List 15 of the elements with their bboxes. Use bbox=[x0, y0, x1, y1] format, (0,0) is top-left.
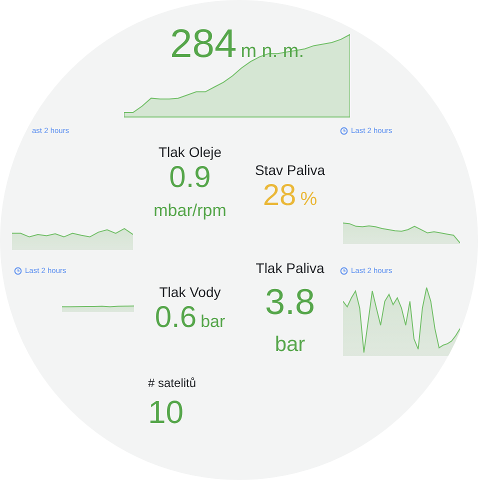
stat-value: 28 bbox=[262, 178, 296, 214]
stat-title: Tlak Vody bbox=[159, 284, 221, 301]
stat-value: 3.8 bbox=[264, 280, 316, 322]
stat-value: 0.6 bbox=[154, 300, 197, 336]
stat-unit: mbar/rpm bbox=[154, 201, 226, 222]
stat-unit: bar bbox=[274, 332, 306, 358]
stat-value: 0.9 bbox=[169, 160, 211, 196]
stat-title: Stav Paliva bbox=[254, 162, 326, 179]
stat-value: 10 bbox=[148, 394, 184, 432]
altitude-value: 284 bbox=[170, 24, 237, 64]
stat-title: Tlak Paliva bbox=[256, 260, 324, 277]
stat-unit: % bbox=[300, 188, 318, 211]
stat-unit: bar bbox=[200, 312, 226, 332]
stat-title: Tlak Oleje bbox=[158, 144, 222, 161]
stat-title: # satelitů bbox=[148, 376, 196, 390]
